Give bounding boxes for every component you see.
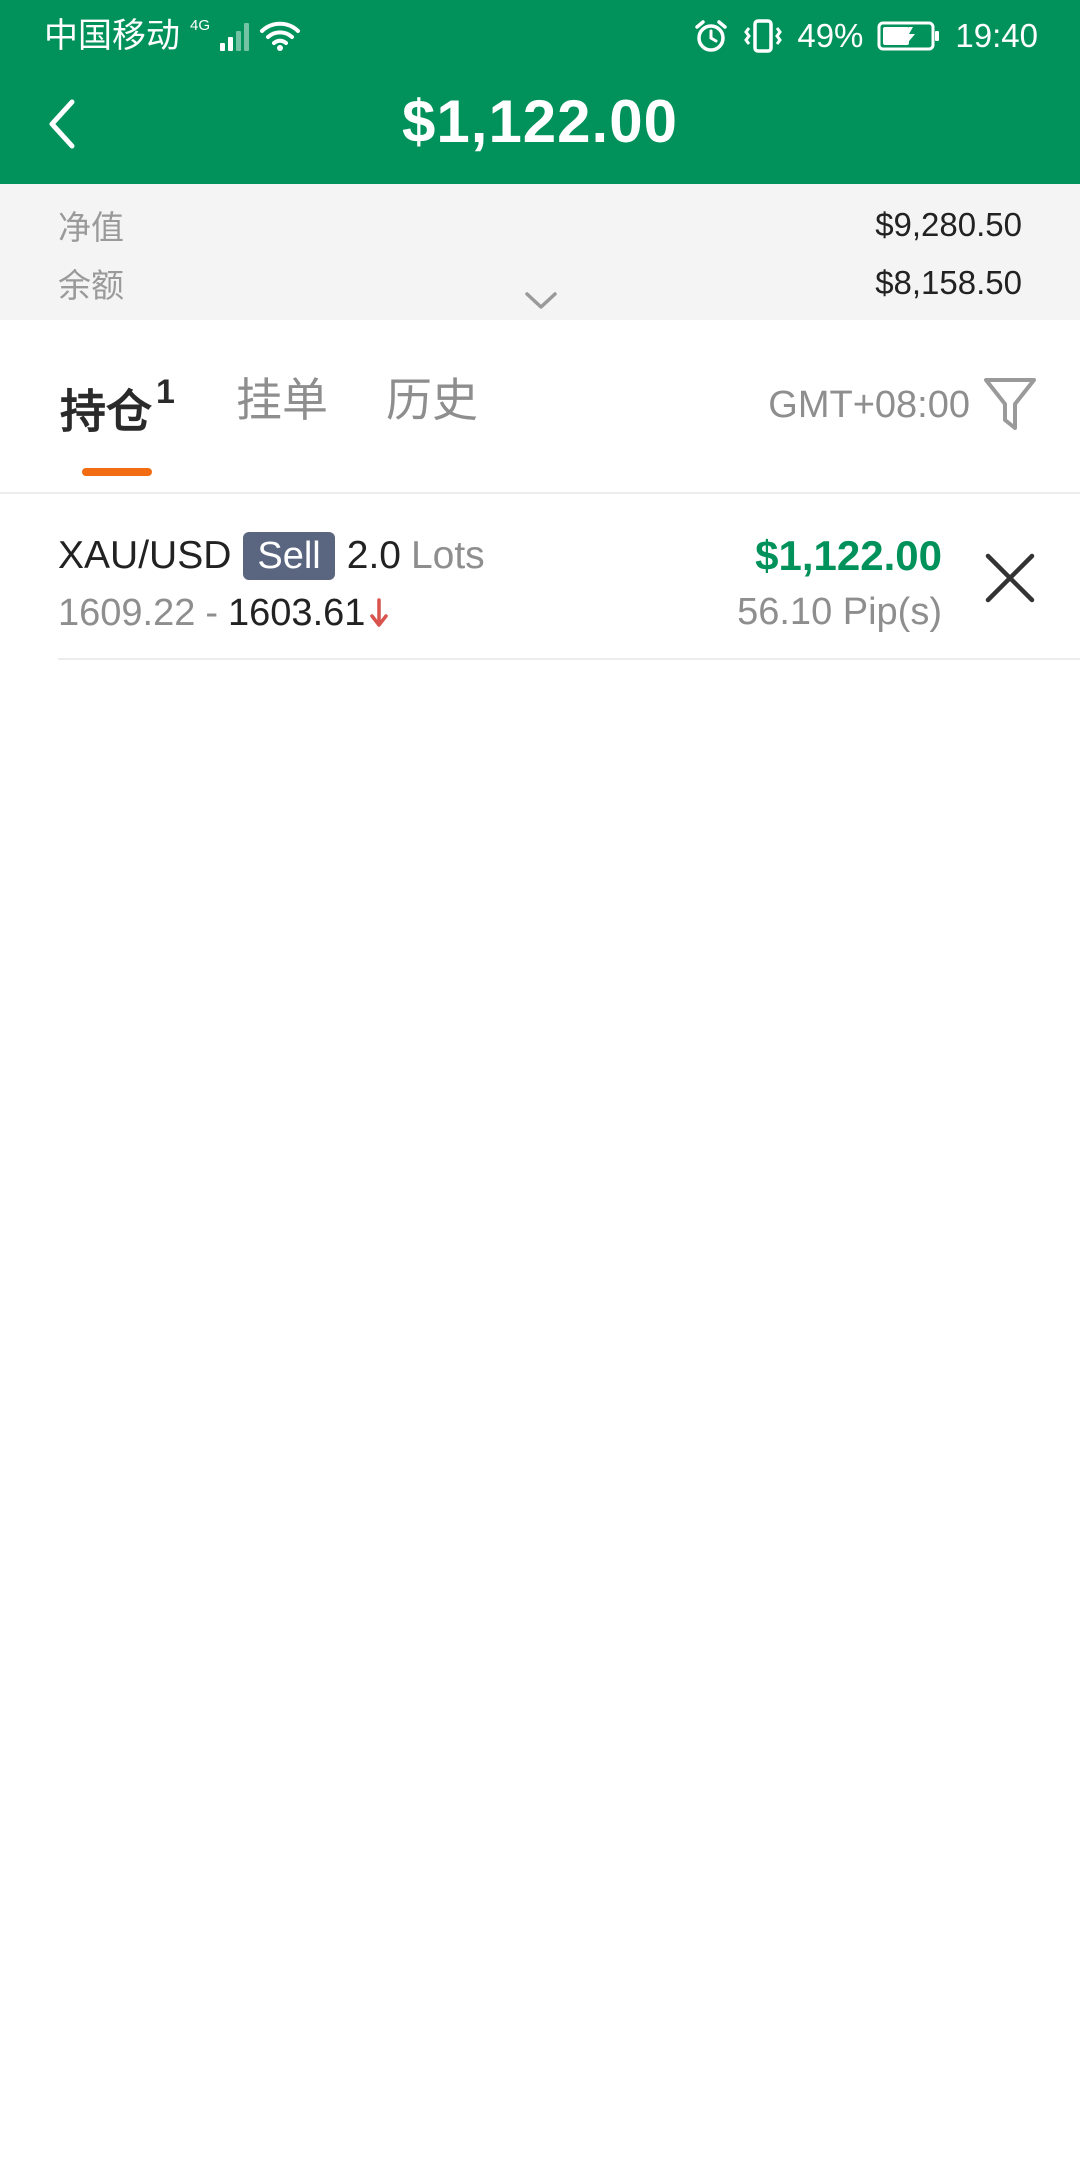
tab-positions-label: 持仓 (60, 385, 152, 438)
signal-icon (220, 21, 250, 51)
position-row[interactable]: XAU/USD Sell 2.0 Lots 1609.22 - 1603.61 … (58, 494, 1080, 660)
vibrate-icon (744, 19, 783, 53)
network-type: 4G (190, 17, 211, 34)
account-summary[interactable]: 净值 $9,280.50 余额 $8,158.50 (0, 184, 1080, 320)
arrow-down-icon (370, 598, 389, 627)
lot-size: 2.0 (346, 534, 401, 577)
open-price: 1609.22 (58, 591, 196, 634)
close-icon[interactable] (978, 546, 1042, 610)
alarm-icon (695, 20, 728, 52)
equity-value: $9,280.50 (875, 206, 1022, 243)
wifi-icon (260, 21, 301, 51)
equity-row: 净值 $9,280.50 (58, 200, 1022, 250)
timezone-label[interactable]: GMT+08:00 (768, 380, 970, 430)
equity-label: 净值 (58, 209, 124, 246)
tab-positions[interactable]: 持仓 1 (60, 370, 175, 441)
battery-charging-icon (877, 21, 940, 51)
balance-label: 余额 (58, 267, 124, 304)
lot-unit: Lots (410, 534, 485, 577)
filter-icon[interactable] (982, 374, 1038, 436)
position-prices: 1609.22 - 1603.61 (58, 588, 389, 638)
price-separator: - (205, 591, 219, 634)
page-title: $1,122.00 (402, 88, 678, 155)
tab-history[interactable]: 历史 (386, 370, 478, 430)
battery-percent: 49% (797, 17, 864, 54)
status-bar-right: 49% 19:40 (693, 14, 1038, 58)
status-bar: 中国移动 4G 49% 19:40 (0, 0, 1080, 72)
current-price: 1603.61 (228, 591, 366, 634)
status-bar-left: 中国移动 4G (44, 14, 301, 58)
app-header: 中国移动 4G 49% 19:40 $1,122.00 (0, 0, 1080, 184)
title-bar: $1,122.00 (0, 72, 1080, 184)
pips-value: 56.10 Pip(s) (737, 591, 942, 633)
position-info: XAU/USD Sell 2.0 Lots (58, 530, 485, 582)
carrier-name: 中国移动 (44, 17, 180, 55)
chevron-down-icon[interactable] (524, 290, 558, 312)
tab-bar: 持仓 1 挂单 历史 GMT+08:00 (0, 320, 1080, 494)
symbol: XAU/USD (58, 534, 232, 577)
tab-pending-orders[interactable]: 挂单 (236, 370, 328, 430)
clock: 19:40 (955, 17, 1038, 54)
active-tab-indicator (82, 468, 152, 476)
positions-count: 1 (156, 373, 175, 411)
profit-value: $1,122.00 (755, 532, 942, 579)
side-badge: Sell (243, 532, 335, 580)
balance-value: $8,158.50 (875, 264, 1022, 301)
position-result: $1,122.00 56.10 Pip(s) (737, 530, 942, 638)
